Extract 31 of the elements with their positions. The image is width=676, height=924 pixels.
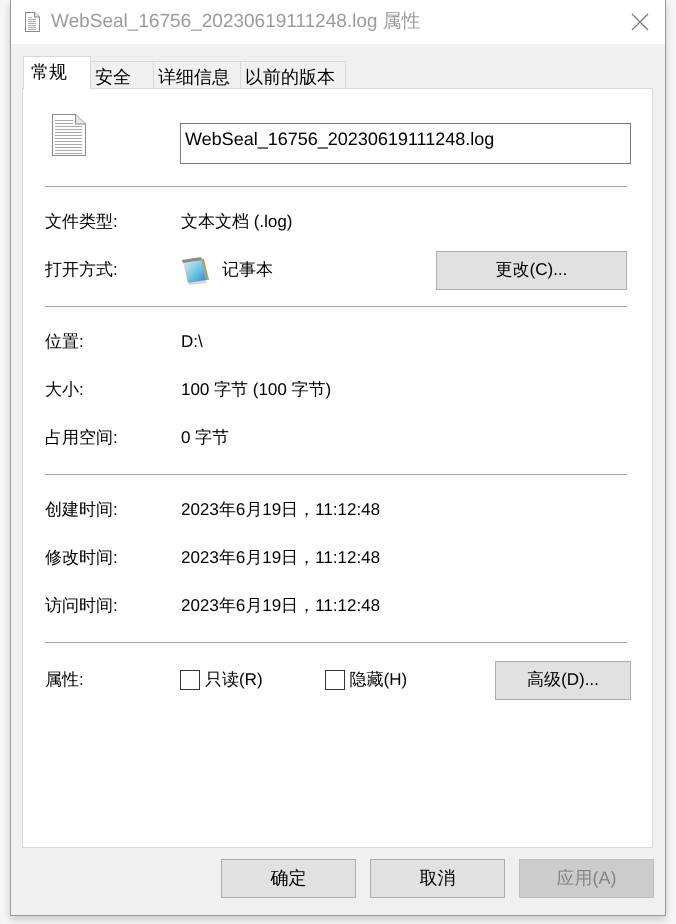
tab[interactable]: 以前的版本 (240, 61, 346, 89)
window-title: WebSeal_16756_20230619111248.log 属性 (51, 10, 421, 34)
field-label: 位置: (45, 331, 85, 354)
field-label: 创建时间: (45, 499, 119, 522)
ok-button[interactable]: 确定 (221, 859, 356, 898)
field-label: 大小: (45, 379, 85, 402)
field-label: 打开方式: (45, 259, 119, 282)
field-value: 100 字节 (100 字节) (181, 379, 332, 402)
cancel-button[interactable]: 取消 (370, 859, 505, 898)
field-label: 修改时间: (45, 547, 119, 570)
advanced-button[interactable]: 高级(D)... (495, 660, 631, 700)
field-value: 2023年6月19日，11:12:48 (181, 547, 380, 570)
field-value: 记事本 (222, 259, 273, 282)
field-value: 文本文档 (.log) (181, 211, 292, 234)
notepad-icon (180, 255, 210, 285)
field-value: 2023年6月19日，11:12:48 (181, 595, 380, 618)
tab[interactable]: 常规 (23, 56, 91, 89)
checkbox[interactable]: 隐藏(H) (324, 667, 408, 693)
file-name-field[interactable]: WebSeal_16756_20230619111248.log (180, 123, 631, 164)
document-icon (52, 114, 86, 156)
checkbox[interactable]: 只读(R) (180, 667, 263, 693)
field-value: 2023年6月19日，11:12:48 (181, 499, 380, 522)
change-button[interactable]: 更改(C)... (436, 250, 627, 290)
field-label: 访问时间: (45, 595, 119, 618)
field-label: 文件类型: (45, 211, 119, 234)
field-value: 0 字节 (181, 427, 230, 450)
field-label: 属性: (45, 669, 85, 692)
field-label: 占用空间: (45, 427, 119, 450)
field-value: D:\ (181, 331, 203, 354)
document-icon (25, 12, 40, 32)
close-icon (631, 13, 649, 31)
